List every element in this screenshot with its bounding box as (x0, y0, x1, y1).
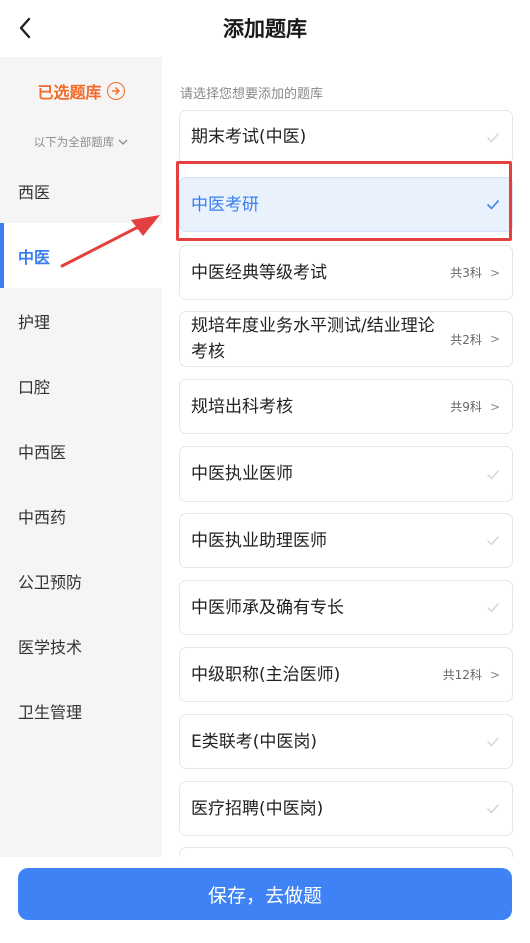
check-icon (486, 603, 500, 613)
bank-item[interactable]: 中医师承及确有专长 (179, 580, 513, 635)
subject-count: 共9科 (450, 400, 482, 414)
sidebar-item-weishengguanli[interactable]: 卫生管理 (0, 678, 162, 743)
sidebar-item-label: 中西医 (18, 442, 67, 462)
header: 添加题库 (0, 0, 530, 57)
chevron-down-icon (118, 139, 128, 145)
sidebar-item-gongwei[interactable]: 公卫预防 (0, 548, 162, 613)
sidebar: 已选题库 以下为全部题库 西医 中医 护理 口腔 中西医 中西药 公卫预防 医学… (0, 57, 162, 857)
sidebar-item-xiyi[interactable]: 西医 (0, 158, 162, 223)
circle-arrow-right-icon (106, 82, 125, 100)
save-button[interactable]: 保存，去做题 (18, 868, 512, 920)
bank-name: 中医师承及确有专长 (191, 597, 344, 618)
check-icon (486, 469, 500, 480)
bank-name: 规培出科考核 (191, 396, 293, 417)
bank-list-panel: 请选择您想要添加的题库 期末考试(中医) 中医考研 中医经典等级考试 共3科 >… (162, 57, 530, 857)
sidebar-item-label: 中医 (18, 247, 51, 267)
sidebar-item-yixuejishu[interactable]: 医学技术 (0, 613, 162, 678)
check-icon (486, 199, 500, 210)
all-banks-text: 以下为全部题库 (33, 135, 115, 149)
check-icon (486, 804, 500, 814)
sidebar-item-label: 医学技术 (18, 637, 83, 657)
sidebar-item-label: 口腔 (18, 377, 51, 397)
bank-item[interactable]: 中医经典等级考试 共3科 > (179, 245, 513, 300)
sidebar-item-label: 公卫预防 (18, 572, 83, 592)
sidebar-item-huli[interactable]: 护理 (0, 288, 162, 353)
sidebar-item-label: 西医 (18, 182, 51, 202)
bank-name: 中医考研 (191, 194, 259, 215)
sidebar-item-kouqiang[interactable]: 口腔 (0, 353, 162, 418)
all-banks-label: 以下为全部题库 (0, 133, 162, 151)
bank-item[interactable]: 中医执业医师 (179, 446, 513, 502)
bank-name: E类联考(中医岗) (191, 731, 318, 752)
sidebar-item-label: 护理 (18, 312, 51, 332)
bank-name: 医疗招聘(中医岗) (191, 798, 324, 819)
subject-count: 共3科 (450, 266, 482, 280)
bank-name: 中医经典等级考试 (191, 262, 327, 283)
bank-name: 规培年度业务水平测试/结业理论考核 (191, 316, 435, 362)
page-title: 添加题库 (223, 17, 307, 41)
bank-item[interactable]: 中级职称(主治医师) 共12科 > (179, 647, 513, 702)
bank-item[interactable]: 中医执业助理医师 (179, 513, 513, 568)
check-icon (486, 132, 500, 143)
bank-name: 中医执业医师 (191, 464, 293, 484)
bank-item-partial[interactable] (179, 847, 513, 857)
footer: 保存，去做题 (0, 857, 530, 943)
bank-item[interactable]: 期末考试(中医) (179, 110, 513, 164)
bank-name: 中医执业助理医师 (191, 530, 327, 551)
sidebar-item-label: 中西药 (18, 507, 67, 527)
bank-item[interactable]: 规培年度业务水平测试/结业理论考核 共2科 > (179, 311, 513, 367)
hint-text: 请选择您想要添加的题库 (180, 87, 324, 102)
bank-item-selected[interactable]: 中医考研 (179, 177, 513, 232)
sidebar-item-zhongxiyao[interactable]: 中西药 (0, 483, 162, 548)
check-icon (486, 536, 500, 546)
sidebar-item-zhongyi[interactable]: 中医 (0, 223, 162, 288)
subject-count: 共2科 (450, 332, 482, 347)
chevron-right-icon: > (489, 667, 500, 682)
chevron-right-icon: > (489, 332, 500, 346)
check-icon (486, 737, 500, 747)
chevron-right-icon: > (489, 399, 500, 414)
bank-item[interactable]: E类联考(中医岗) (179, 714, 513, 769)
subject-count: 共12科 (442, 668, 482, 682)
selected-banks-link[interactable]: 已选题库 (0, 79, 162, 103)
selected-banks-label: 已选题库 (37, 83, 102, 102)
bank-name: 中级职称(主治医师) (191, 664, 341, 685)
chevron-right-icon: > (489, 265, 500, 280)
bank-item[interactable]: 规培出科考核 共9科 > (179, 379, 513, 434)
sidebar-item-label: 卫生管理 (18, 702, 83, 722)
bank-item[interactable]: 医疗招聘(中医岗) (179, 781, 513, 836)
bank-name: 期末考试(中医) (191, 127, 307, 147)
sidebar-item-zhongxiyi[interactable]: 中西医 (0, 418, 162, 483)
